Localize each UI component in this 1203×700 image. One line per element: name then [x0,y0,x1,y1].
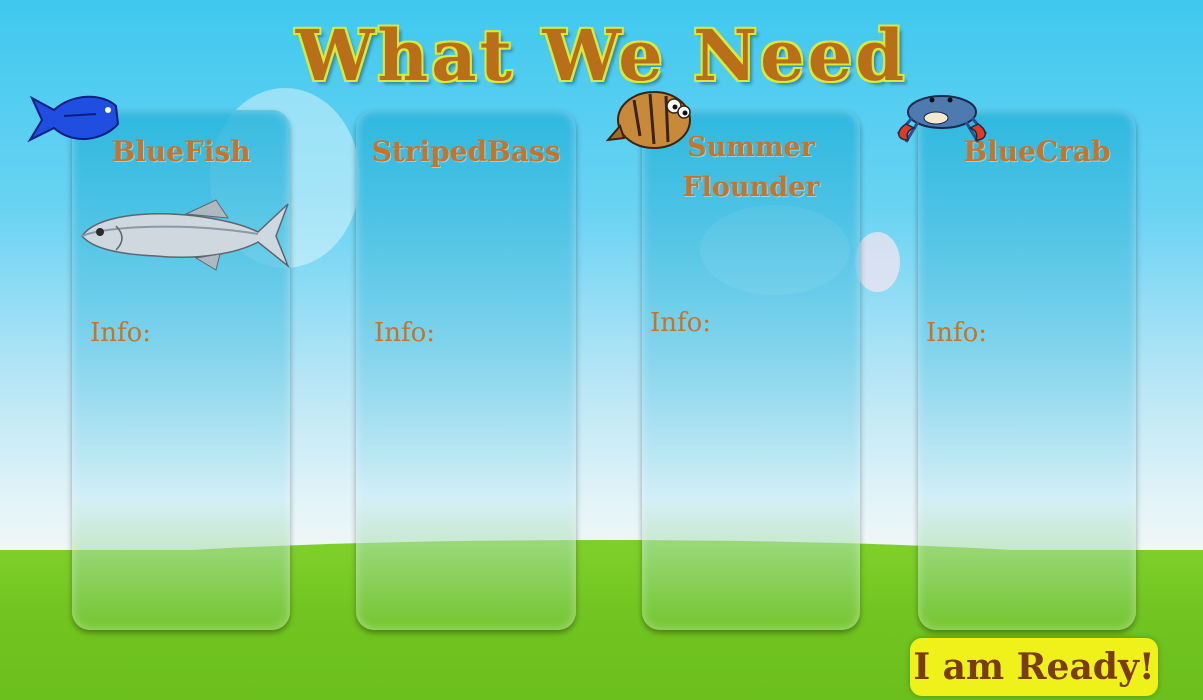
species-card-summer-flounder[interactable]: Summer Flounder Info: [642,110,860,630]
info-label: Info: [926,318,988,348]
blue-fish-icon[interactable] [24,88,124,148]
info-label: Info: [90,318,152,348]
blue-crab-icon[interactable] [892,84,992,150]
info-label: Info: [650,308,712,338]
ready-button[interactable]: I am Ready! [910,638,1158,696]
species-card-stripedbass[interactable]: StripedBass Info: [356,110,576,630]
cloud-decoration [855,232,900,292]
card-title: StripedBass [371,135,561,168]
species-card-bluefish[interactable]: BlueFish Info: [72,110,290,630]
flounder-icon[interactable] [606,86,696,158]
bluefish-illustration [81,199,290,271]
info-label: Info: [374,318,436,348]
species-card-bluecrab[interactable]: BlueCrab Info: [918,110,1136,630]
page-title: What We Need [295,14,908,97]
